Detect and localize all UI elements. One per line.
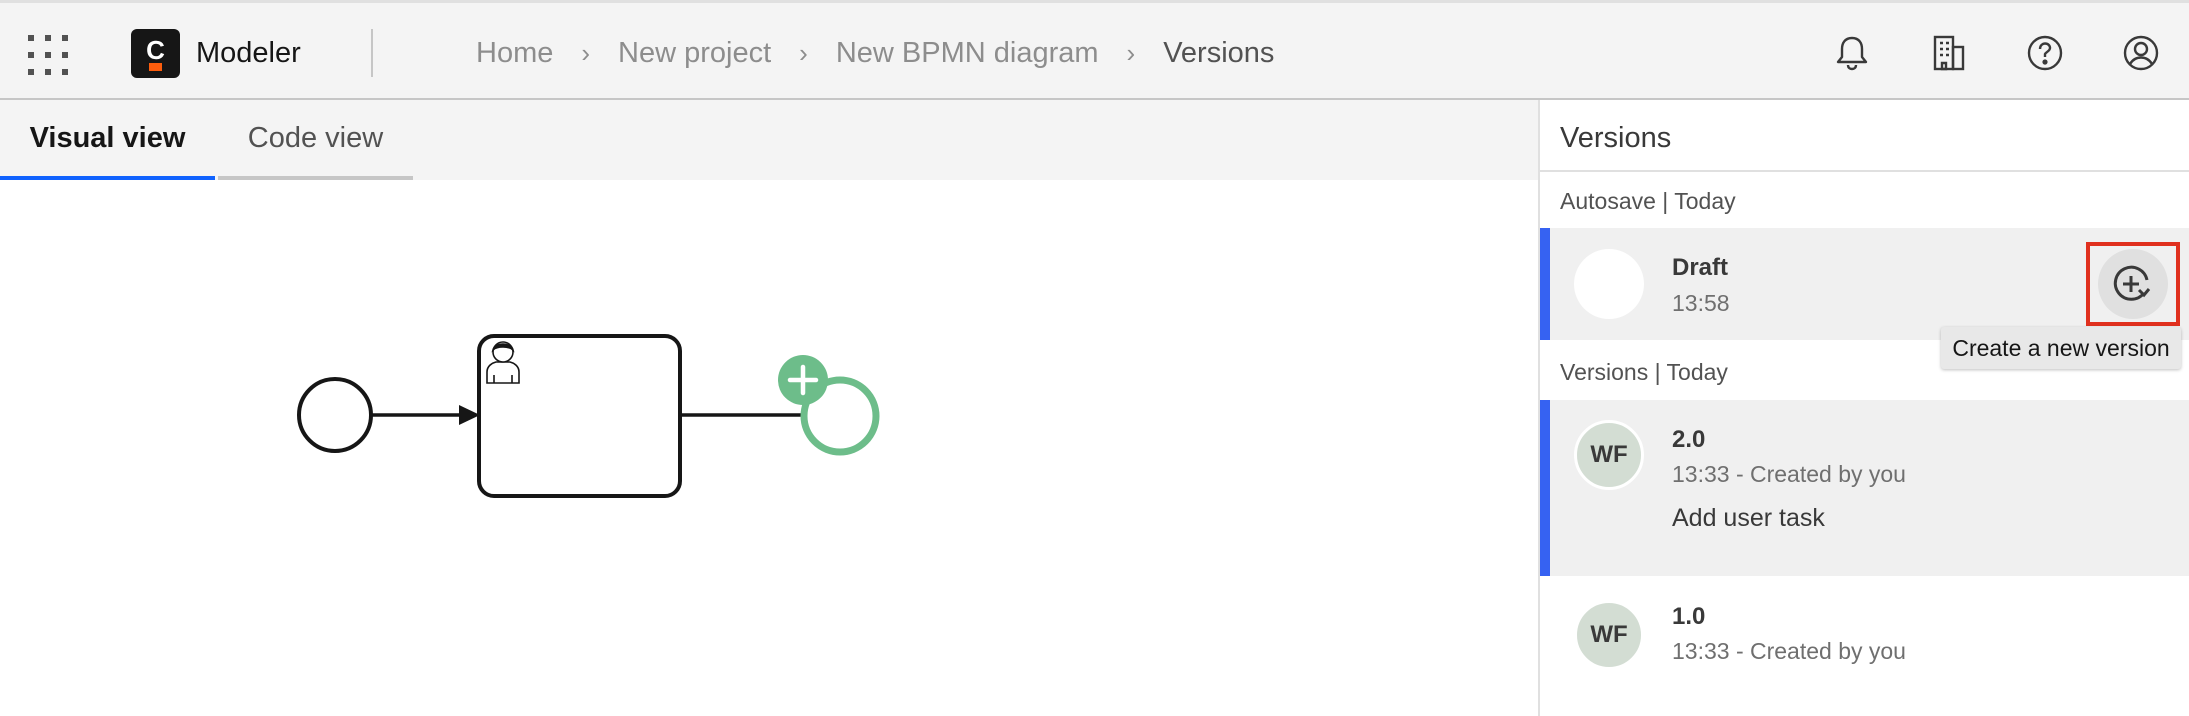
breadcrumb-diagram[interactable]: New BPMN diagram [836, 37, 1099, 70]
avatar [1574, 249, 1644, 319]
versions-group-label: Versions | Today [1560, 359, 1728, 385]
tab-code-view[interactable]: Code view [218, 100, 413, 180]
breadcrumb-current: Versions [1163, 37, 1275, 69]
organization-icon[interactable] [1929, 33, 1969, 73]
autosave-group-label: Autosave | Today [1560, 188, 1736, 214]
logo-letter: C [146, 35, 165, 65]
app-name[interactable]: Modeler [196, 37, 301, 70]
start-event[interactable] [297, 377, 373, 453]
bpmn-diagram [297, 334, 880, 498]
panel-divider [1540, 170, 2189, 172]
breadcrumb: Home › New project › New BPMN diagram › … [476, 37, 1274, 70]
camunda-logo[interactable]: C [131, 29, 180, 78]
breadcrumb-separator: › [581, 38, 591, 68]
user-icon[interactable] [2121, 33, 2161, 73]
version-meta: 13:33 - Created by you [1672, 638, 1906, 664]
notification-icon[interactable] [1832, 33, 1872, 73]
top-navigation-bar: C Modeler Home › New project › New BPMN … [0, 0, 2189, 100]
versions-panel: Versions Autosave | Today Draft 13:58 Ve… [1538, 100, 2189, 716]
view-tabs: Visual view Code view [0, 100, 1538, 180]
version-name: 1.0 [1672, 603, 1706, 630]
tab-visual-view[interactable]: Visual view [0, 100, 215, 180]
avatar: WF [1574, 420, 1644, 490]
version-list-item[interactable]: WF 2.0 13:33 - Created by you Add user t… [1540, 400, 2189, 576]
help-icon[interactable] [2025, 33, 2065, 73]
sequence-flow[interactable] [372, 405, 480, 425]
breadcrumb-separator: › [1126, 38, 1136, 68]
panel-title: Versions [1560, 122, 1672, 154]
breadcrumb-home[interactable]: Home [476, 37, 553, 70]
add-version-icon [2113, 265, 2151, 301]
version-meta: 13:33 - Created by you [1672, 461, 1906, 487]
version-name: 2.0 [1672, 426, 1706, 453]
create-version-icon-wrapper [2098, 249, 2168, 319]
create-version-tooltip: Create a new version [1941, 327, 2181, 369]
version-list-item[interactable]: WF 1.0 13:33 - Created by you [1540, 576, 2189, 716]
version-time: 13:58 [1672, 290, 1730, 316]
breadcrumb-separator: › [799, 38, 808, 68]
diagram-canvas[interactable] [0, 180, 1538, 716]
logo-accent-bar [149, 63, 162, 71]
avatar: WF [1574, 600, 1644, 670]
header-divider [371, 29, 373, 77]
version-description: Add user task [1672, 504, 1825, 532]
create-new-version-button[interactable] [2086, 242, 2180, 326]
add-element-plus-icon[interactable] [778, 355, 828, 405]
selection-indicator [1540, 400, 1550, 576]
breadcrumb-project[interactable]: New project [618, 37, 771, 70]
version-name: Draft [1672, 254, 1729, 281]
selection-indicator [1540, 228, 1550, 340]
app-switcher-icon[interactable] [28, 35, 68, 75]
user-task[interactable] [477, 334, 682, 498]
